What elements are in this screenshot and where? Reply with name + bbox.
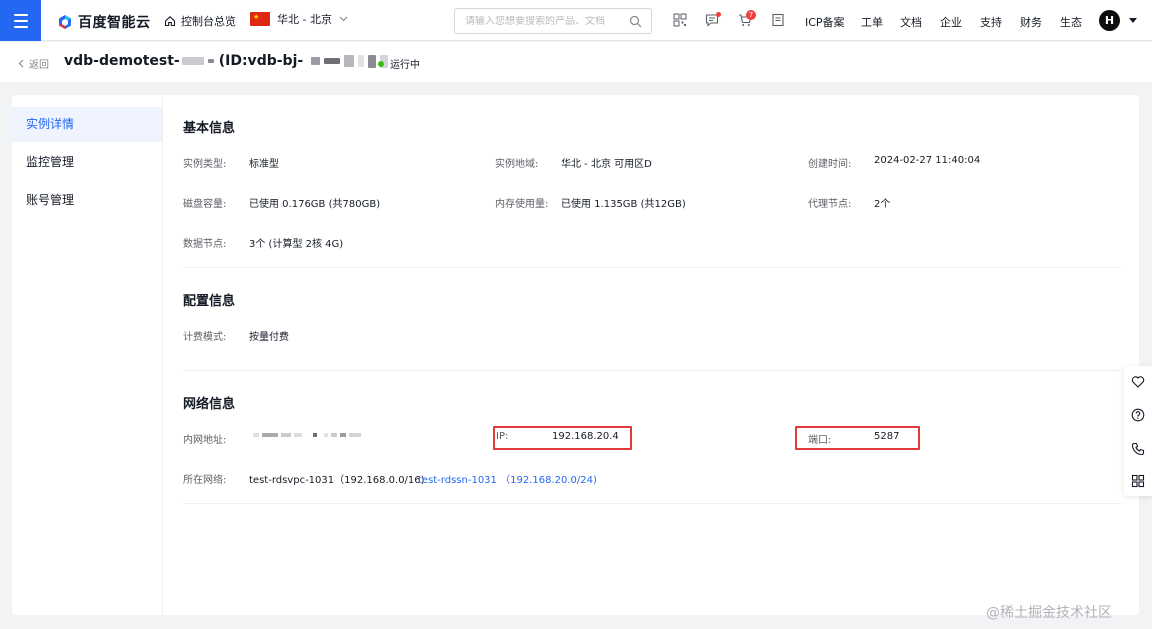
support-link[interactable]: 支持 xyxy=(980,14,1002,30)
section-divider xyxy=(183,267,1121,268)
section-divider xyxy=(183,503,1121,504)
instance-name: vdb-demotest- xyxy=(64,53,180,69)
proxy-nodes-label: 代理节点: xyxy=(808,199,852,210)
china-flag-icon: ★ xyxy=(250,12,270,26)
disk-capacity-label: 磁盘容量: xyxy=(183,199,227,210)
proxy-nodes-value: 2个 xyxy=(874,199,891,210)
redacted-id xyxy=(324,58,341,64)
message-dot xyxy=(716,12,721,17)
instance-title: vdb-demotest- (ID:vdb-bj- xyxy=(64,53,390,69)
ip-label: IP: xyxy=(496,431,509,442)
finance-link[interactable]: 财务 xyxy=(1020,14,1042,30)
billing-mode-label: 计费模式: xyxy=(183,332,227,343)
ticket-link[interactable]: 工单 xyxy=(861,14,883,30)
vpc-label: 所在网络: xyxy=(183,475,227,486)
help-icon[interactable] xyxy=(1131,408,1145,422)
floating-toolbar xyxy=(1124,366,1152,496)
cart-badge: 7 xyxy=(746,10,756,20)
instance-region-value: 华北 - 北京 可用区D xyxy=(561,159,652,170)
home-icon xyxy=(164,16,176,27)
port-label: 端口: xyxy=(808,435,832,446)
search-input[interactable] xyxy=(455,15,625,27)
console-overview-link[interactable]: 控制台总览 xyxy=(164,13,236,29)
data-nodes-label: 数据节点: xyxy=(183,239,227,250)
redacted-id xyxy=(358,55,365,67)
chevron-down-icon xyxy=(339,16,348,22)
sidebar-item-instance-detail[interactable]: 实例详情 xyxy=(12,107,162,142)
instance-type-value: 标准型 xyxy=(249,159,279,170)
ecosystem-link[interactable]: 生态 xyxy=(1060,14,1082,30)
disk-capacity-value: 已使用 0.176GB (共780GB) xyxy=(249,199,381,210)
global-search xyxy=(454,8,652,34)
logo-text: 百度智能云 xyxy=(78,15,151,31)
vpc-value: test-rdsvpc-1031（192.168.0.0/16) xyxy=(249,475,425,486)
status-text: 运行中 xyxy=(390,60,420,71)
instance-region-label: 实例地域: xyxy=(495,159,539,170)
detail-sidebar: 实例详情 监控管理 账号管理 xyxy=(12,95,163,615)
redacted-id xyxy=(368,54,377,68)
status-dot xyxy=(378,60,384,67)
intranet-address-label: 内网地址: xyxy=(183,435,227,446)
sidebar-item-monitoring[interactable]: 监控管理 xyxy=(12,145,162,180)
network-info-title: 网络信息 xyxy=(183,397,236,412)
instance-header: 返回 vdb-demotest- (ID:vdb-bj- 运行中 xyxy=(0,42,1152,82)
status-badge: 运行中 xyxy=(378,56,420,71)
icp-link[interactable]: ICP备案 xyxy=(805,14,845,30)
redacted-intranet-address xyxy=(253,433,364,437)
chevron-left-icon xyxy=(18,59,24,68)
memory-usage-value: 已使用 1.135GB (共12GB) xyxy=(561,199,686,210)
redacted-name xyxy=(207,59,214,63)
region-label: 华北 - 北京 xyxy=(277,13,332,26)
qr-code-icon[interactable] xyxy=(673,13,687,27)
sidebar-item-accounts[interactable]: 账号管理 xyxy=(12,183,162,218)
region-selector[interactable]: ★ 华北 - 北京 xyxy=(250,11,348,27)
baidu-cloud-logo[interactable]: 百度智能云 xyxy=(57,12,151,32)
search-icon[interactable] xyxy=(629,15,642,28)
section-divider xyxy=(183,370,1121,371)
ip-value: 192.168.20.4 xyxy=(552,431,619,442)
hamburger-menu-button[interactable] xyxy=(0,0,41,41)
redacted-id xyxy=(311,57,321,65)
created-time-label: 创建时间: xyxy=(808,159,852,170)
basic-info-title: 基本信息 xyxy=(183,121,236,136)
data-nodes-value: 3个 (计算型 2核 4G) xyxy=(249,239,344,250)
memory-usage-label: 内存使用量: xyxy=(495,199,549,210)
console-overview-label: 控制台总览 xyxy=(181,15,236,28)
billing-mode-value: 按量付费 xyxy=(249,332,289,343)
instance-type-label: 实例类型: xyxy=(183,159,227,170)
enterprise-link[interactable]: 企业 xyxy=(940,14,962,30)
docs-link[interactable]: 文档 xyxy=(900,14,922,30)
back-label: 返回 xyxy=(29,60,49,71)
caret-down-icon[interactable] xyxy=(1129,18,1137,23)
user-avatar[interactable]: H xyxy=(1099,10,1120,31)
instance-detail-card: 实例详情 监控管理 账号管理 基本信息 实例类型: 标准型 实例地域: 华北 -… xyxy=(12,95,1139,615)
created-time-value: 2024-02-27 11:40:04 xyxy=(874,155,981,166)
redacted-id xyxy=(344,55,355,67)
watermark: @稀土掘金技术社区 xyxy=(986,605,1112,621)
subnet-link[interactable]: test-rdssn-1031 （192.168.20.0/24) xyxy=(418,471,597,486)
heart-icon[interactable] xyxy=(1131,375,1145,389)
phone-icon[interactable] xyxy=(1131,442,1145,456)
back-button[interactable]: 返回 xyxy=(18,56,49,71)
config-info-title: 配置信息 xyxy=(183,294,236,309)
instance-id-prefix: (ID:vdb-bj- xyxy=(218,53,304,69)
port-value: 5287 xyxy=(874,431,900,442)
top-navigation-bar: 百度智能云 控制台总览 ★ 华北 - 北京 7 ICP备案 工单 文档 企业 支… xyxy=(0,0,1152,41)
logo-icon xyxy=(59,15,71,29)
redacted-name xyxy=(181,57,204,65)
document-icon[interactable] xyxy=(771,13,785,27)
grid-apps-icon[interactable] xyxy=(1131,474,1145,488)
